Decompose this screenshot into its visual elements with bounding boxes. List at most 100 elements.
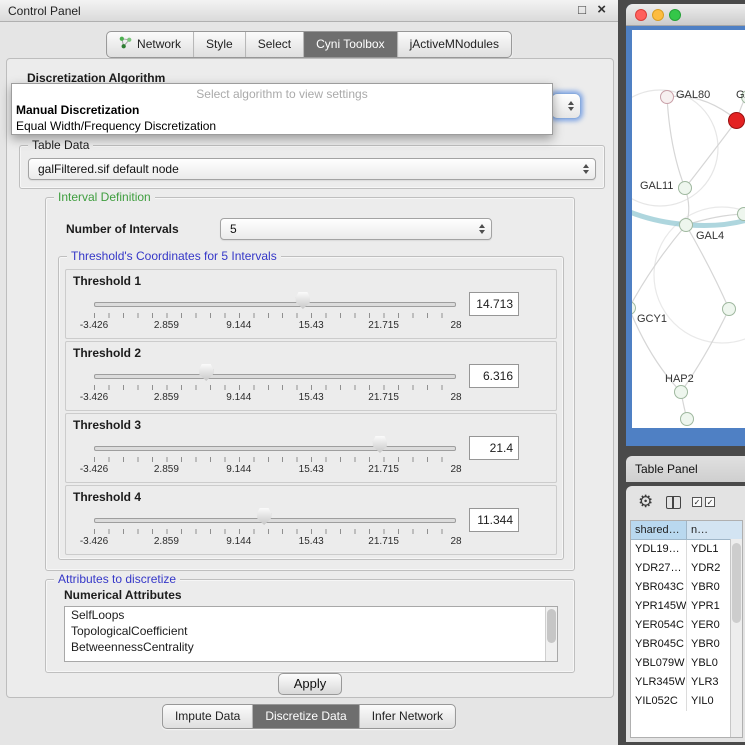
tick-label: 28 bbox=[450, 464, 461, 475]
slider-ticks bbox=[94, 313, 456, 318]
threshold-1-value-field[interactable]: 14.713 bbox=[469, 292, 519, 316]
slider-tick-labels: -3.426 2.859 9.144 15.43 21.715 28 bbox=[94, 392, 456, 404]
tab-impute-data[interactable]: Impute Data bbox=[163, 705, 253, 728]
tab-infer-network[interactable]: Infer Network bbox=[360, 705, 455, 728]
tick-label: 21.715 bbox=[368, 320, 399, 331]
tab-style[interactable]: Style bbox=[194, 32, 246, 57]
threshold-2-slider[interactable]: -3.426 2.859 9.144 15.43 21.715 28 bbox=[94, 362, 456, 408]
table-row[interactable]: YDL19…YDL1 bbox=[631, 540, 742, 559]
tab-cyni-toolbox[interactable]: Cyni Toolbox bbox=[304, 32, 397, 57]
interval-definition-group: Interval Definition Number of Intervals … bbox=[45, 197, 575, 571]
list-item[interactable]: TopologicalCoefficient bbox=[65, 623, 557, 639]
tick-label: -3.426 bbox=[80, 464, 108, 475]
list-scrollbar[interactable] bbox=[545, 607, 557, 661]
number-of-intervals-label: Number of Intervals bbox=[66, 222, 179, 236]
network-node[interactable] bbox=[680, 412, 694, 426]
checkbox-icon[interactable]: ✓ bbox=[705, 497, 715, 507]
slider-ticks bbox=[94, 457, 456, 462]
table-row[interactable]: YER054CYER0 bbox=[631, 616, 742, 635]
threshold-4-label: Threshold 4 bbox=[73, 490, 141, 504]
table-scrollbar[interactable] bbox=[730, 539, 742, 737]
node-label: GAL4 bbox=[696, 230, 724, 242]
network-node[interactable] bbox=[722, 302, 736, 316]
tab-infer-network-label: Infer Network bbox=[372, 709, 443, 723]
mac-close-button[interactable] bbox=[635, 9, 647, 21]
number-of-intervals-combobox[interactable]: 5 bbox=[220, 218, 492, 240]
threshold-2-value-field[interactable]: 6.316 bbox=[469, 364, 519, 388]
algorithm-placeholder-option[interactable]: Select algorithm to view settings bbox=[12, 86, 552, 102]
gear-icon[interactable]: ⚙ bbox=[638, 492, 653, 512]
node-label: GA bbox=[736, 89, 745, 101]
close-icon[interactable]: × bbox=[597, 1, 606, 18]
table-row[interactable]: YBL079WYBL0 bbox=[631, 654, 742, 673]
control-panel-tabs: Network Style Select Cyni Toolbox jActiv… bbox=[106, 31, 512, 58]
tick-label: 15.43 bbox=[299, 392, 324, 403]
threshold-4-slider[interactable]: -3.426 2.859 9.144 15.43 21.715 28 bbox=[94, 506, 456, 552]
tick-label: 2.859 bbox=[154, 464, 179, 475]
tab-discretize-data-label: Discretize Data bbox=[265, 709, 346, 723]
checkbox-icon[interactable]: ✓ bbox=[692, 497, 702, 507]
tab-jactivemnodules[interactable]: jActiveMNodules bbox=[398, 32, 511, 57]
table-row[interactable]: YLR345WYLR3 bbox=[631, 673, 742, 692]
scrollbar-thumb[interactable] bbox=[732, 543, 741, 623]
scrollbar-thumb[interactable] bbox=[547, 609, 556, 643]
table-row[interactable]: YBR043CYBR0 bbox=[631, 578, 742, 597]
table-row[interactable]: YBR045CYBR0 bbox=[631, 635, 742, 654]
network-node[interactable] bbox=[660, 90, 674, 104]
tick-label: -3.426 bbox=[80, 392, 108, 403]
table-row[interactable]: YPR145WYPR1 bbox=[631, 597, 742, 616]
node-label: GCY1 bbox=[637, 313, 667, 325]
list-item[interactable]: BetweennessCentrality bbox=[65, 639, 557, 655]
table-toolbar: ⚙ ✓ ✓ bbox=[626, 486, 745, 520]
network-canvas[interactable]: GAL80 GA GAL11 GAL4 GCY1 HAP2 bbox=[632, 30, 745, 428]
slider-track bbox=[94, 302, 456, 307]
interval-definition-group-label: Interval Definition bbox=[54, 190, 155, 204]
threshold-1-slider[interactable]: -3.426 2.859 9.144 15.43 21.715 28 bbox=[94, 290, 456, 336]
tab-style-label: Style bbox=[206, 37, 233, 51]
mac-zoom-button[interactable] bbox=[669, 9, 681, 21]
network-node[interactable] bbox=[678, 181, 692, 195]
algorithm-option-equal-width[interactable]: Equal Width/Frequency Discretization bbox=[12, 118, 552, 134]
network-node-selected[interactable] bbox=[728, 112, 745, 129]
thresholds-group-label: Threshold's Coordinates for 5 Intervals bbox=[67, 249, 281, 263]
tab-select[interactable]: Select bbox=[246, 32, 304, 57]
table-data-selected-value: galFiltered.sif default node bbox=[38, 162, 179, 176]
threshold-4-value-field[interactable]: 11.344 bbox=[469, 508, 519, 532]
table-data-combobox[interactable]: galFiltered.sif default node bbox=[28, 158, 596, 180]
tick-label: 2.859 bbox=[154, 392, 179, 403]
network-node[interactable] bbox=[674, 385, 688, 399]
list-item[interactable]: SelfLoops bbox=[65, 607, 557, 623]
threshold-3-slider[interactable]: -3.426 2.859 9.144 15.43 21.715 28 bbox=[94, 434, 456, 480]
tab-impute-data-label: Impute Data bbox=[175, 709, 240, 723]
tick-label: 15.43 bbox=[299, 536, 324, 547]
table-row[interactable]: YDR27…YDR2 bbox=[631, 559, 742, 578]
network-node[interactable] bbox=[679, 218, 693, 232]
tab-select-label: Select bbox=[258, 37, 291, 51]
numerical-attributes-list[interactable]: SelfLoops TopologicalCoefficient Between… bbox=[64, 606, 558, 662]
algorithm-option-manual-discretization[interactable]: Manual Discretization bbox=[12, 102, 552, 118]
columns-icon[interactable] bbox=[666, 496, 681, 509]
cyni-toolbox-panel: Discretization Algorithm Select algorith… bbox=[6, 58, 614, 698]
mac-minimize-button[interactable] bbox=[652, 9, 664, 21]
apply-button[interactable]: Apply bbox=[278, 673, 342, 695]
tick-label: 9.144 bbox=[226, 464, 251, 475]
table-panel-header: Table Panel bbox=[626, 456, 745, 482]
float-window-icon[interactable]: □ bbox=[578, 2, 586, 17]
attributes-group: Attributes to discretize Numerical Attri… bbox=[45, 579, 575, 673]
node-label: GAL80 bbox=[676, 89, 710, 101]
table-header-row: shared… n… bbox=[631, 521, 742, 540]
network-node[interactable] bbox=[737, 207, 745, 221]
table-row[interactable]: YIL052CYIL0 bbox=[631, 692, 742, 711]
algorithm-combobox[interactable] bbox=[551, 93, 581, 119]
column-header-shared-name[interactable]: shared… bbox=[631, 521, 687, 539]
threshold-1-row: Threshold 1 -3.426 2.859 9.144 15.43 21.… bbox=[65, 269, 557, 339]
threshold-2-label: Threshold 2 bbox=[73, 346, 141, 360]
tick-label: 15.43 bbox=[299, 464, 324, 475]
tab-network[interactable]: Network bbox=[107, 32, 194, 57]
tick-label: 21.715 bbox=[368, 464, 399, 475]
table-data-group: Table Data galFiltered.sif default node bbox=[19, 145, 605, 189]
column-header-name[interactable]: n… bbox=[687, 521, 742, 539]
threshold-3-value-field[interactable]: 21.4 bbox=[469, 436, 519, 460]
tab-discretize-data[interactable]: Discretize Data bbox=[253, 705, 359, 728]
network-window-titlebar bbox=[626, 4, 745, 26]
